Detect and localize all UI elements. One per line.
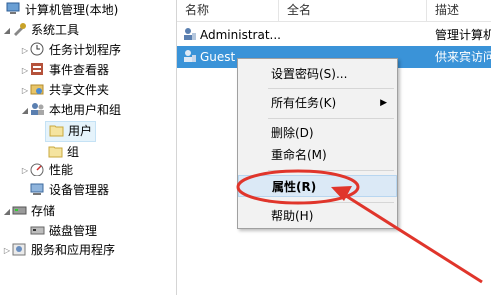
list-header: 名称 全名 描述 xyxy=(177,0,491,22)
tree-item-performance[interactable]: ▷ 性能 xyxy=(22,161,74,180)
column-header-fullname[interactable]: 全名 xyxy=(279,0,427,21)
menu-item-set-password[interactable]: 设置密码(S)... xyxy=(238,63,397,85)
expand-arrow-icon[interactable]: ▷ xyxy=(20,41,30,60)
expand-arrow-icon[interactable]: ▷ xyxy=(20,81,30,100)
tree-item-task-scheduler[interactable]: ▷ 任务计划程序 xyxy=(22,41,122,60)
tree-label: 本地用户和组 xyxy=(49,103,122,117)
tree-label: 用户 xyxy=(68,124,93,138)
collapse-arrow-icon[interactable]: ◢ xyxy=(20,101,30,120)
tree-item-services-apps[interactable]: ▷ 服务和应用程序 xyxy=(4,241,116,260)
tree-label: 服务和应用程序 xyxy=(31,243,116,257)
user-name: Administrat... xyxy=(200,28,281,42)
column-header-name[interactable]: 名称 xyxy=(177,0,279,21)
folder-icon xyxy=(48,144,63,158)
expand-arrow-icon[interactable]: ▷ xyxy=(20,161,30,180)
menu-separator xyxy=(268,202,394,203)
tree-item-groups[interactable]: 组 xyxy=(48,143,79,162)
user-description: 供来宾访问 xyxy=(435,50,491,64)
tree-label: 共享文件夹 xyxy=(49,83,110,97)
collapse-arrow-icon[interactable]: ◢ xyxy=(2,202,12,221)
console-tree: 计算机管理(本地) ◢ 系统工具 ▷ 任务计划程序 ▷ 事件查看器 ▷ 共享文件… xyxy=(0,0,177,295)
list-row-administrator[interactable]: Administrat... 管理计算机 xyxy=(177,24,491,46)
tree-item-shared-folders[interactable]: ▷ 共享文件夹 xyxy=(22,81,110,100)
tree-item-users[interactable]: 用户 xyxy=(45,121,97,142)
tree-label: 磁盘管理 xyxy=(49,224,98,238)
submenu-arrow-icon: ▶ xyxy=(380,98,387,108)
tools-icon xyxy=(12,22,27,36)
menu-item-properties[interactable]: 属性(R) xyxy=(238,175,397,197)
users-groups-icon xyxy=(30,102,45,116)
expand-arrow-icon[interactable]: ▷ xyxy=(2,241,12,260)
clock-icon xyxy=(30,42,45,56)
tree-item-system-tools[interactable]: ◢ 系统工具 xyxy=(4,21,80,40)
menu-item-delete[interactable]: 删除(D) xyxy=(238,122,397,144)
folder-icon xyxy=(49,123,64,137)
menu-item-rename[interactable]: 重命名(M) xyxy=(238,144,397,166)
tree-label: 系统工具 xyxy=(31,23,80,37)
context-menu: 设置密码(S)... 所有任务(K) ▶ 删除(D) 重命名(M) 属性(R) … xyxy=(237,58,398,229)
user-description: 管理计算机 xyxy=(435,28,491,42)
tree-label: 事件查看器 xyxy=(49,63,110,77)
user-icon xyxy=(183,46,197,68)
computer-management-icon xyxy=(6,2,21,16)
menu-separator xyxy=(268,170,394,171)
device-manager-icon xyxy=(30,182,45,196)
tree-label: 存储 xyxy=(31,204,56,218)
menu-item-label: 所有任务(K) xyxy=(271,96,337,110)
tree-label: 性能 xyxy=(49,163,74,177)
menu-separator xyxy=(268,88,394,89)
tree-label: 组 xyxy=(67,145,80,159)
collapse-arrow-icon[interactable]: ◢ xyxy=(2,21,12,40)
tree-item-event-viewer[interactable]: ▷ 事件查看器 xyxy=(22,61,110,80)
tree-root-label: 计算机管理(本地) xyxy=(25,3,119,17)
tree-root[interactable]: 计算机管理(本地) xyxy=(6,1,118,20)
user-name: Guest xyxy=(200,50,236,64)
tree-label: 设备管理器 xyxy=(49,183,110,197)
tree-item-storage[interactable]: ◢ 存储 xyxy=(4,202,56,221)
column-header-description[interactable]: 描述 xyxy=(427,0,491,21)
services-icon xyxy=(12,242,27,256)
tree-label: 任务计划程序 xyxy=(49,43,122,57)
menu-item-help[interactable]: 帮助(H) xyxy=(238,205,397,227)
menu-separator xyxy=(268,118,394,119)
tree-item-disk-management[interactable]: 磁盘管理 xyxy=(30,222,97,241)
expand-arrow-icon[interactable]: ▷ xyxy=(20,61,30,80)
menu-item-all-tasks[interactable]: 所有任务(K) ▶ xyxy=(238,92,397,114)
event-viewer-icon xyxy=(30,62,45,76)
performance-icon xyxy=(30,162,45,177)
user-icon xyxy=(183,24,197,46)
tree-item-device-manager[interactable]: 设备管理器 xyxy=(30,181,109,200)
shared-folder-icon xyxy=(30,82,45,96)
disk-icon xyxy=(30,223,45,237)
tree-item-local-users-groups[interactable]: ◢ 本地用户和组 xyxy=(22,101,122,120)
storage-icon xyxy=(12,203,27,217)
